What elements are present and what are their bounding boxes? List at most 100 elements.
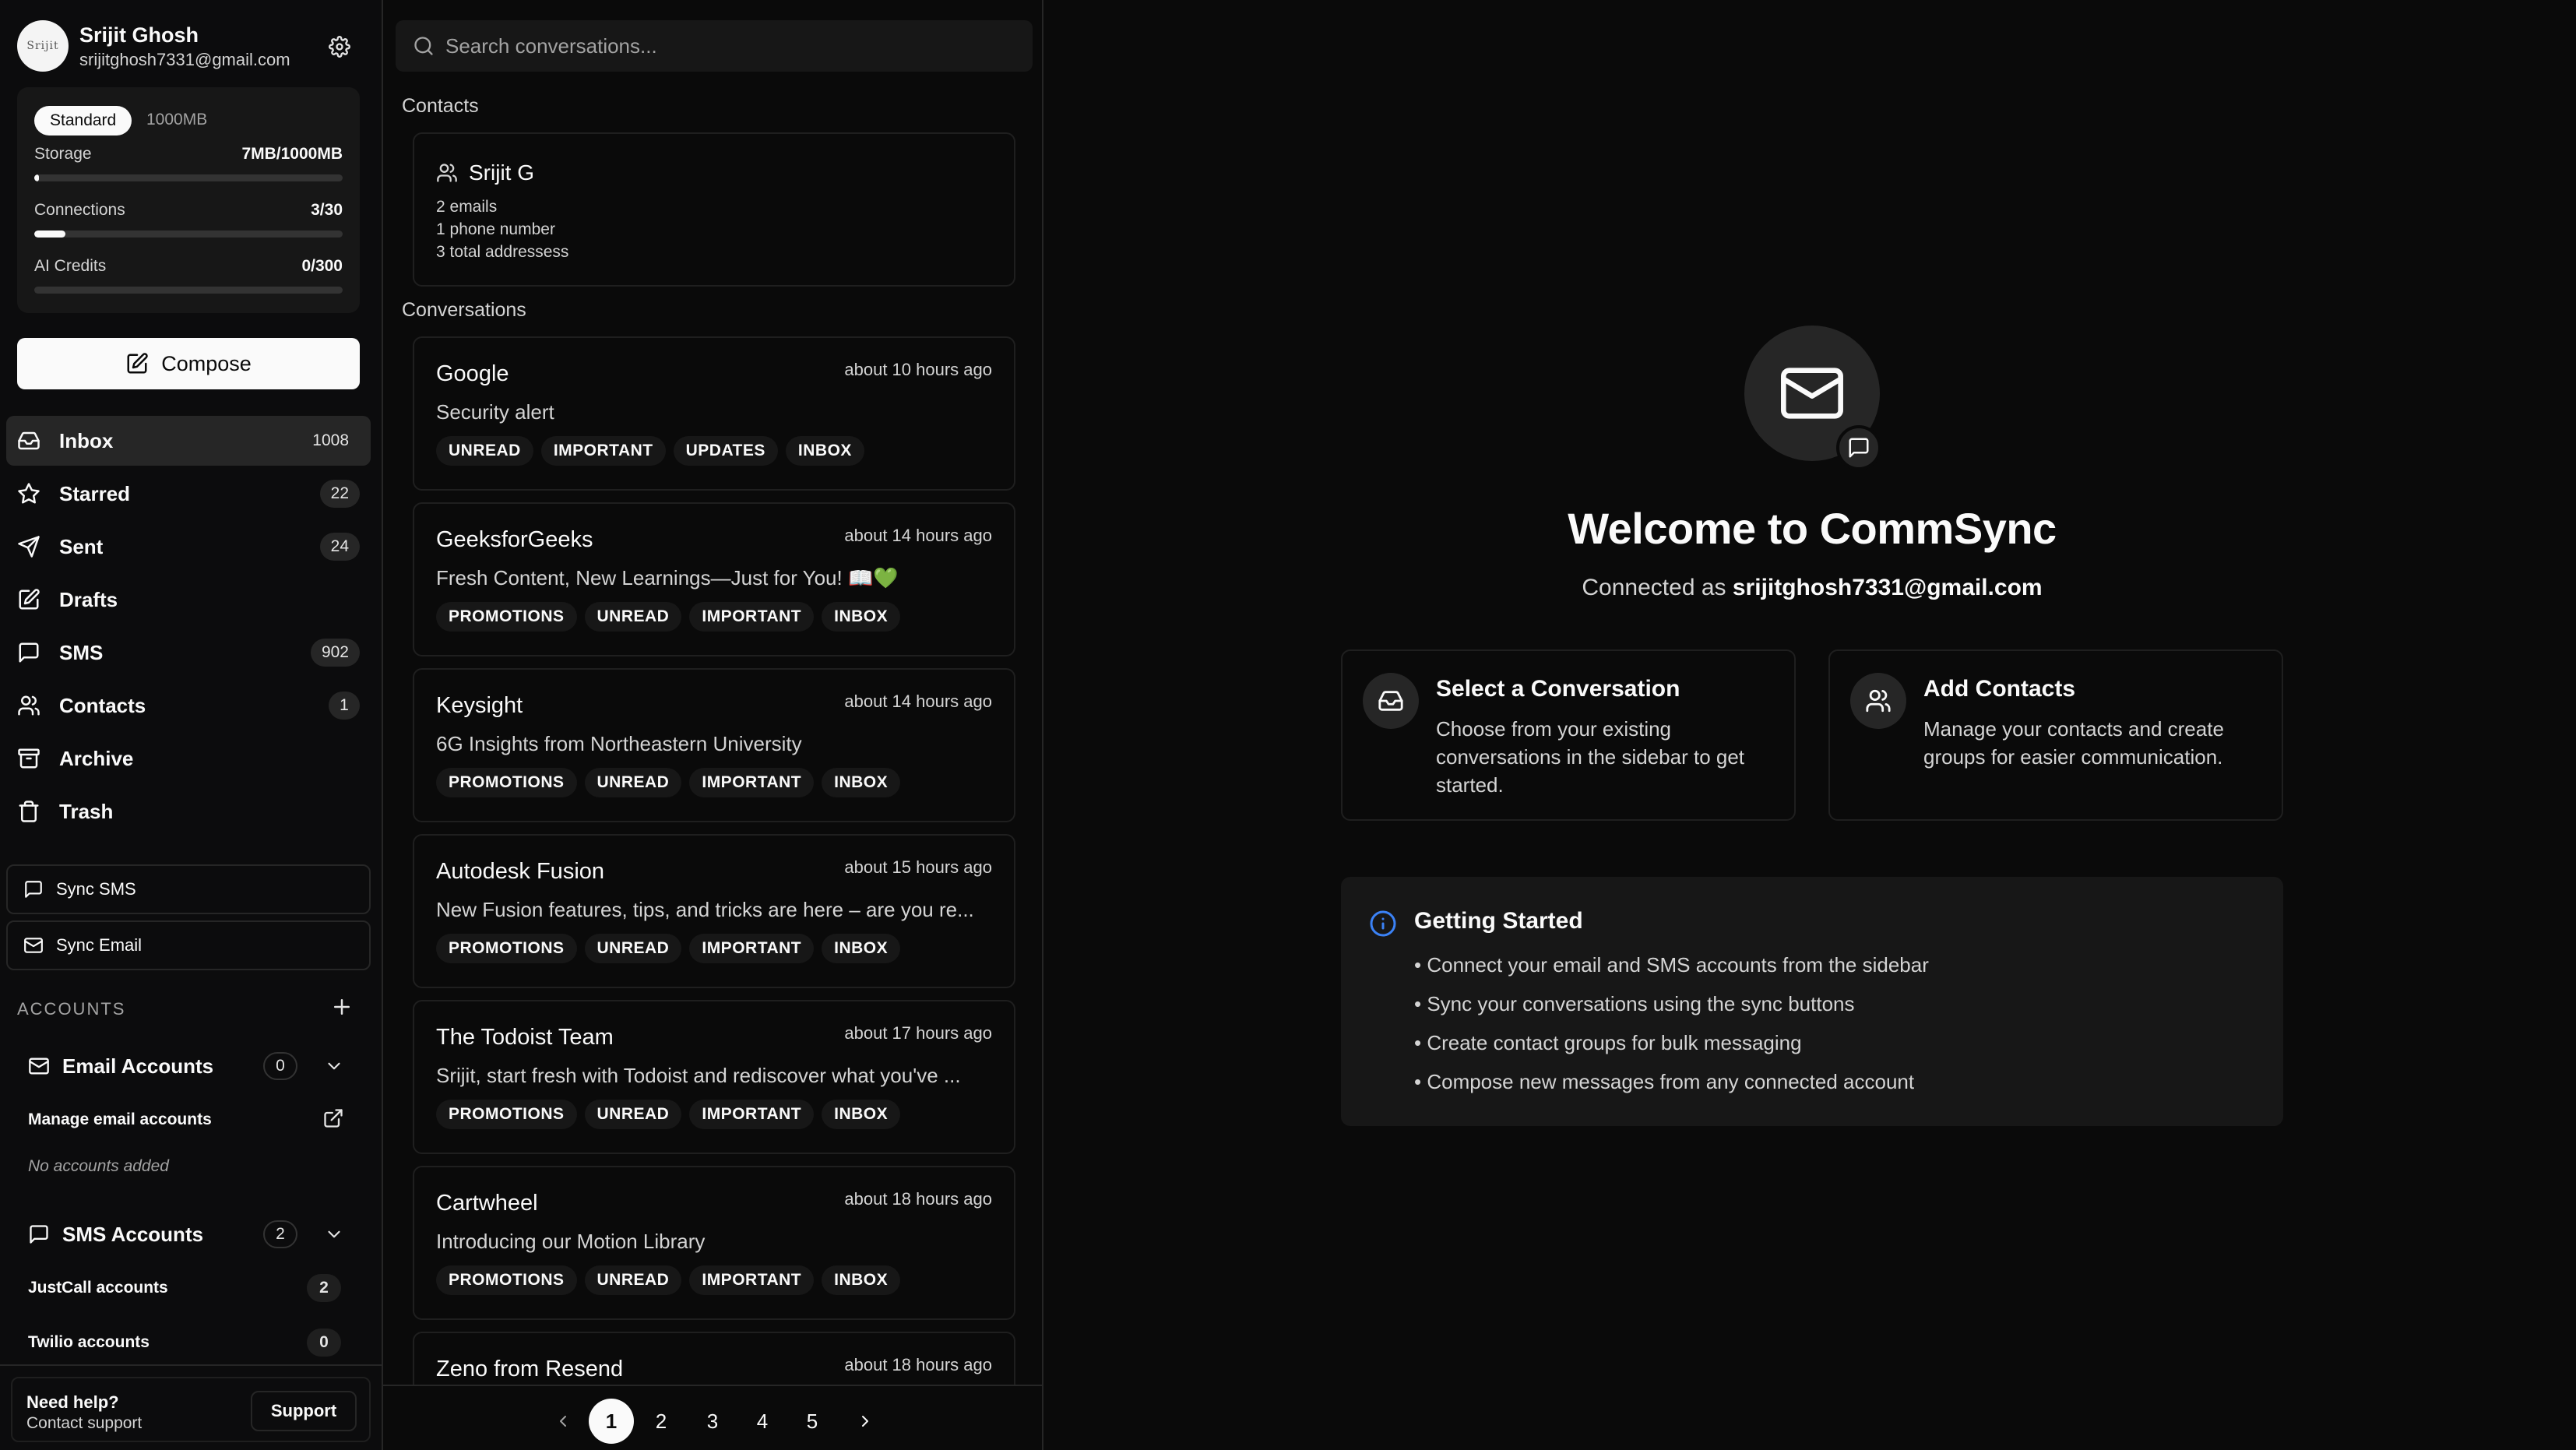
nav-label: Trash xyxy=(59,799,114,823)
chevron-down-icon[interactable] xyxy=(324,1224,344,1244)
card-title: Add Contacts xyxy=(1923,676,2075,702)
label-badge: IMPORTANT xyxy=(689,602,815,632)
manage-email-accounts-link[interactable]: Manage email accounts xyxy=(28,1107,355,1129)
label-badge: INBOX xyxy=(822,1265,901,1295)
external-link-icon[interactable] xyxy=(322,1107,344,1129)
card-title: Select a Conversation xyxy=(1436,676,1680,702)
page-1-button[interactable]: 1 xyxy=(589,1399,634,1444)
label-badge: UNREAD xyxy=(584,1265,682,1295)
prev-page-button[interactable] xyxy=(540,1399,586,1444)
email-accounts-label: Email Accounts xyxy=(62,1054,214,1078)
nav-count: 902 xyxy=(310,639,360,667)
justcall-count: 2 xyxy=(307,1274,341,1302)
support-button[interactable]: Support xyxy=(251,1391,357,1431)
contacts-icon xyxy=(437,164,457,182)
conversation-item[interactable]: Autodesk Fusion about 15 hours ago New Fus… xyxy=(413,834,1015,988)
getting-started-title: Getting Started xyxy=(1414,908,1583,934)
select-conversation-card[interactable]: Select a Conversation Choose from your e… xyxy=(1341,649,1796,821)
sync-sms-button[interactable]: Sync SMS xyxy=(6,864,371,914)
label-badge: INBOX xyxy=(822,1100,901,1129)
settings-button[interactable] xyxy=(324,31,355,62)
search-input[interactable] xyxy=(445,33,1022,58)
inbox-icon xyxy=(18,431,40,450)
nav-item-archive[interactable]: Archive xyxy=(6,734,371,783)
plan-usage-card: Standard 1000MB Storage 7MB/1000MB Conne… xyxy=(17,87,360,313)
page-4-button[interactable]: 4 xyxy=(740,1399,785,1444)
label-badge: UNREAD xyxy=(584,602,682,632)
mail-icon xyxy=(29,1058,49,1075)
nav-label: Contacts xyxy=(59,693,146,717)
help-title: Need help? xyxy=(26,1392,119,1412)
label-badge: PROMOTIONS xyxy=(436,1100,577,1129)
nav-item-inbox[interactable]: Inbox 1008 xyxy=(6,416,371,466)
twilio-accounts-item[interactable]: Twilio accounts 0 xyxy=(28,1329,355,1357)
avatar[interactable]: Srijit xyxy=(17,20,69,72)
conversation-item[interactable]: Google about 10 hours ago Security alert UN… xyxy=(413,336,1015,491)
message-icon xyxy=(1849,438,1869,458)
search-bar[interactable] xyxy=(396,20,1033,72)
contact-card[interactable]: Srijit G 2 emails 1 phone number 3 total… xyxy=(413,132,1015,287)
connected-as-text: Connected as srijitghosh7331@gmail.com xyxy=(1043,575,2576,601)
help-card: Need help? Contact support Support xyxy=(11,1377,371,1442)
conversation-subject: 6G Insights from Northeastern University xyxy=(436,732,802,755)
compose-button[interactable]: Compose xyxy=(17,338,360,389)
nav-item-sms[interactable]: SMS 902 xyxy=(6,628,371,677)
message-icon xyxy=(19,642,39,663)
nav-item-sent[interactable]: Sent 24 xyxy=(6,522,371,572)
contacts-icon xyxy=(18,695,40,716)
nav-label: Starred xyxy=(59,481,131,505)
card-description: Manage your contacts and create groups f… xyxy=(1923,717,2224,769)
getting-started-panel: Getting Started • Connect your email and… xyxy=(1341,877,2283,1126)
sidebar: Srijit Srijit Ghosh srijitghosh7331@gmai… xyxy=(0,0,383,1450)
email-accounts-group[interactable]: Email Accounts 0 xyxy=(28,1047,355,1086)
page-3-button[interactable]: 3 xyxy=(690,1399,735,1444)
nav-item-drafts[interactable]: Drafts xyxy=(6,575,371,625)
connections-bar-fill xyxy=(34,231,65,238)
getting-started-item: • Sync your conversations using the sync… xyxy=(1414,992,1855,1015)
chevron-down-icon[interactable] xyxy=(324,1056,344,1076)
contact-emails: 2 emails xyxy=(436,198,498,216)
conversation-item[interactable]: GeeksforGeeks about 14 hours ago Fresh Con… xyxy=(413,502,1015,656)
chevron-left-icon xyxy=(560,1416,566,1427)
justcall-accounts-item[interactable]: JustCall accounts 2 xyxy=(28,1274,355,1302)
nav-item-contacts[interactable]: Contacts 1 xyxy=(6,681,371,730)
conversation-list-panel: Contacts Srijit G 2 emails 1 phone numbe… xyxy=(383,0,1043,1450)
conversation-item[interactable]: Cartwheel about 18 hours ago Introducing o… xyxy=(413,1166,1015,1320)
next-page-button[interactable] xyxy=(843,1399,888,1444)
label-badge: IMPORTANT xyxy=(540,436,666,466)
compose-label: Compose xyxy=(161,351,252,375)
label-badge: INBOX xyxy=(822,602,901,632)
twilio-label: Twilio accounts xyxy=(28,1333,150,1351)
drafts-icon xyxy=(19,589,40,610)
page-5-button[interactable]: 5 xyxy=(790,1399,835,1444)
connections-bar xyxy=(34,231,343,238)
user-profile[interactable]: Srijit Srijit Ghosh srijitghosh7331@gmai… xyxy=(17,20,368,73)
label-badge: UNREAD xyxy=(584,934,682,963)
storage-value: 7MB/1000MB xyxy=(241,145,343,163)
label-badge: INBOX xyxy=(785,436,864,466)
contacts-heading: Contacts xyxy=(402,95,479,117)
sync-email-button[interactable]: Sync Email xyxy=(6,920,371,970)
storage-bar xyxy=(34,174,343,181)
nav-item-starred[interactable]: Starred 22 xyxy=(6,469,371,519)
conversation-item[interactable]: The Todoist Team about 17 hours ago Srijit… xyxy=(413,1000,1015,1154)
info-icon xyxy=(1370,910,1396,937)
help-footer: Need help? Contact support Support xyxy=(0,1364,382,1450)
label-badge: INBOX xyxy=(822,934,901,963)
add-account-button[interactable] xyxy=(330,995,354,1019)
hero-message-badge xyxy=(1836,425,1881,470)
accounts-heading: ACCOUNTS xyxy=(17,999,126,1019)
nav-item-trash[interactable]: Trash xyxy=(6,787,371,836)
add-contacts-card[interactable]: Add Contacts Manage your contacts and cr… xyxy=(1828,649,2283,821)
sms-accounts-group[interactable]: SMS Accounts 2 xyxy=(28,1215,355,1254)
conversation-item[interactable]: Keysight about 14 hours ago 6G Insights fr… xyxy=(413,668,1015,822)
ai-credits-value: 0/300 xyxy=(301,257,343,275)
conversation-tags: PROMOTIONS UNREAD IMPORTANT INBOX xyxy=(436,1265,901,1295)
storage-bar-fill xyxy=(34,174,39,181)
page-2-button[interactable]: 2 xyxy=(639,1399,684,1444)
pagination: 1 2 3 4 5 xyxy=(383,1385,1042,1450)
gear-icon xyxy=(329,36,350,58)
conversation-time: about 18 hours ago xyxy=(844,1355,992,1374)
getting-started-item: • Create contact groups for bulk messagi… xyxy=(1414,1031,1802,1054)
conversation-sender: The Todoist Team xyxy=(436,1025,614,1050)
